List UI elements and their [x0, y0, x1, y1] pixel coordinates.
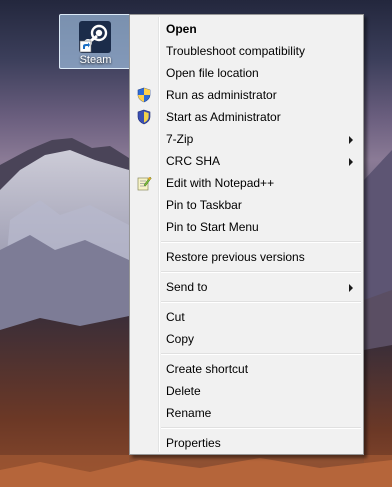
menu-item-crc-sha[interactable]: CRC SHA [132, 150, 361, 172]
admin-shield-icon [136, 109, 152, 125]
steam-icon [79, 21, 111, 53]
menu-item-7-zip[interactable]: 7-Zip [132, 128, 361, 150]
context-menu: Open Troubleshoot compatibility Open file … [129, 14, 364, 455]
steam-icon-label: Steam [79, 54, 112, 66]
submenu-arrow-icon [349, 284, 353, 292]
menu-item-label: Run as administrator [166, 88, 277, 102]
menu-item-label: Pin to Taskbar [166, 198, 242, 212]
menu-item-label: Rename [166, 406, 212, 420]
menu-item-label: Pin to Start Menu [166, 220, 259, 234]
menu-item-copy[interactable]: Copy [132, 328, 361, 350]
menu-item-send-to[interactable]: Send to [132, 276, 361, 298]
menu-separator [161, 301, 361, 303]
menu-item-label: 7-Zip [166, 132, 194, 146]
menu-item-create-shortcut[interactable]: Create shortcut [132, 358, 361, 380]
menu-item-label: Delete [166, 384, 201, 398]
menu-item-start-as-administrator[interactable]: Start as Administrator [132, 106, 361, 128]
menu-separator [161, 271, 361, 273]
menu-item-label: Troubleshoot compatibility [166, 44, 305, 58]
menu-item-label: Start as Administrator [166, 110, 281, 124]
notepad-plus-plus-icon [136, 175, 152, 191]
steam-desktop-icon[interactable]: Steam [59, 14, 132, 69]
menu-item-label: Copy [166, 332, 195, 346]
uac-shield-icon [136, 87, 152, 103]
menu-item-edit-with-notepad[interactable]: Edit with Notepad++ [132, 172, 361, 194]
menu-separator [161, 241, 361, 243]
menu-item-label: Cut [166, 310, 185, 324]
menu-item-delete[interactable]: Delete [132, 380, 361, 402]
menu-separator [161, 427, 361, 429]
menu-item-label: Open file location [166, 66, 259, 80]
menu-item-rename[interactable]: Rename [132, 402, 361, 424]
menu-item-label: Create shortcut [166, 362, 249, 376]
menu-item-label: CRC SHA [166, 154, 221, 168]
menu-item-label: Send to [166, 280, 208, 294]
menu-item-pin-to-start-menu[interactable]: Pin to Start Menu [132, 216, 361, 238]
menu-item-label: Properties [166, 436, 221, 450]
menu-item-troubleshoot-compatibility[interactable]: Troubleshoot compatibility [132, 40, 361, 62]
submenu-arrow-icon [349, 136, 353, 144]
menu-item-label: Open [166, 22, 197, 36]
menu-item-restore-previous-versions[interactable]: Restore previous versions [132, 246, 361, 268]
menu-item-label: Restore previous versions [166, 250, 305, 264]
menu-item-label: Edit with Notepad++ [166, 176, 275, 190]
submenu-arrow-icon [349, 158, 353, 166]
menu-item-pin-to-taskbar[interactable]: Pin to Taskbar [132, 194, 361, 216]
menu-item-properties[interactable]: Properties [132, 432, 361, 454]
menu-item-cut[interactable]: Cut [132, 306, 361, 328]
menu-separator [161, 353, 361, 355]
menu-item-run-as-administrator[interactable]: Run as administrator [132, 84, 361, 106]
menu-item-open-file-location[interactable]: Open file location [132, 62, 361, 84]
menu-item-open[interactable]: Open [132, 18, 361, 40]
